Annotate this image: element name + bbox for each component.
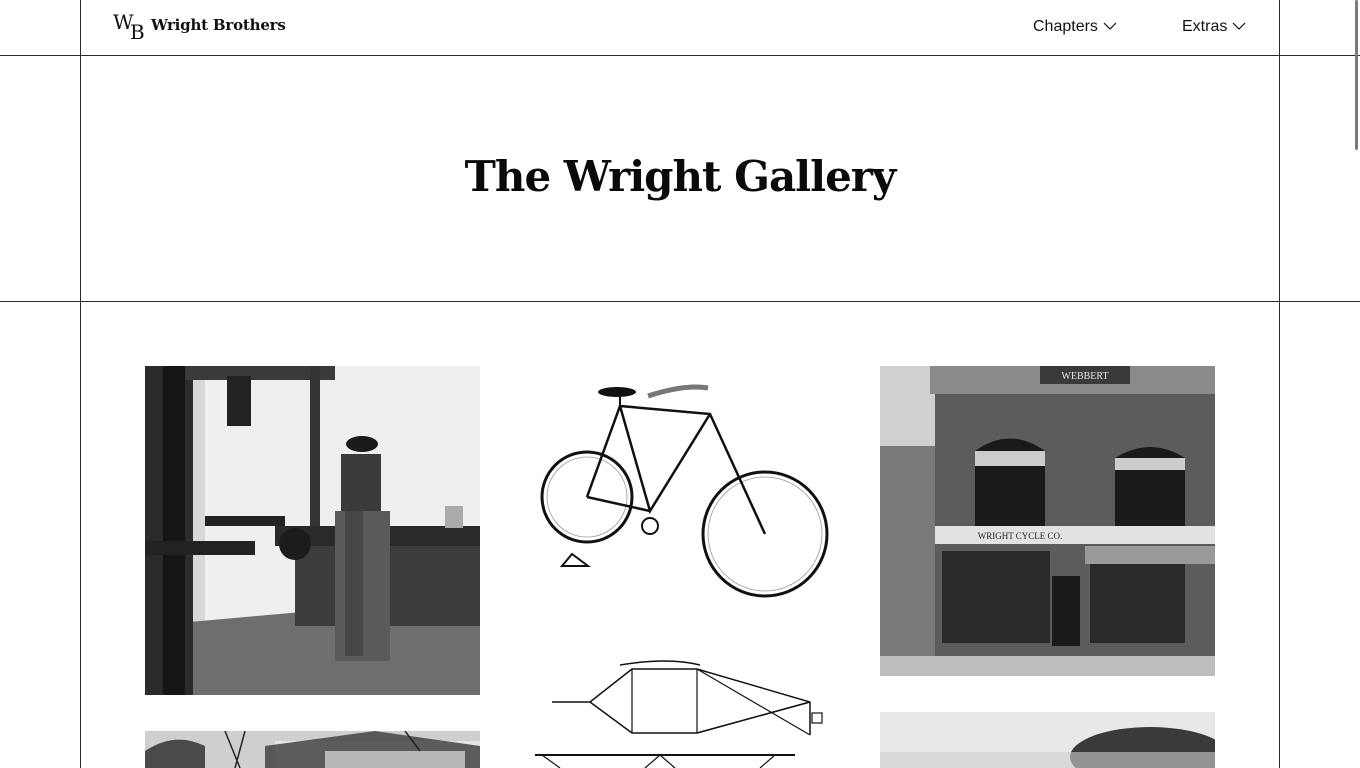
storefront-top-sign: WEBBERT: [1061, 371, 1108, 382]
nav-chapters[interactable]: Chapters: [1033, 18, 1117, 36]
nav-extras[interactable]: Extras: [1182, 18, 1246, 36]
gallery-photo-house[interactable]: [145, 731, 480, 768]
nav-extras-label: Extras: [1182, 18, 1228, 35]
scrollbar-thumb[interactable]: [1355, 0, 1358, 150]
page-title: The Wright Gallery: [464, 152, 897, 201]
logo-monogram: W B: [113, 10, 149, 44]
nav-chapters-label: Chapters: [1033, 18, 1098, 35]
logo-text: Wright Brothers: [151, 16, 286, 34]
right-frame-line: [1279, 0, 1280, 768]
chevron-down-icon: [1232, 18, 1246, 36]
site-logo[interactable]: W B Wright Brothers: [113, 10, 286, 44]
storefront-sign: WRIGHT CYCLE CO.: [978, 531, 1063, 541]
chevron-down-icon: [1103, 18, 1117, 36]
gallery-photo-bicycle[interactable]: [520, 366, 840, 610]
left-frame-line: [80, 0, 81, 768]
logo-mark-b: B: [130, 20, 145, 44]
hero-divider: [0, 301, 1360, 302]
gallery-photo-workshop[interactable]: [145, 366, 480, 695]
gallery-diagram-aircraft[interactable]: [520, 655, 840, 768]
header-divider: [0, 55, 1360, 56]
gallery-photo-outdoor[interactable]: [880, 712, 1215, 768]
gallery-photo-storefront[interactable]: WEBBERT WRIGHT CYCLE CO.: [880, 366, 1215, 676]
